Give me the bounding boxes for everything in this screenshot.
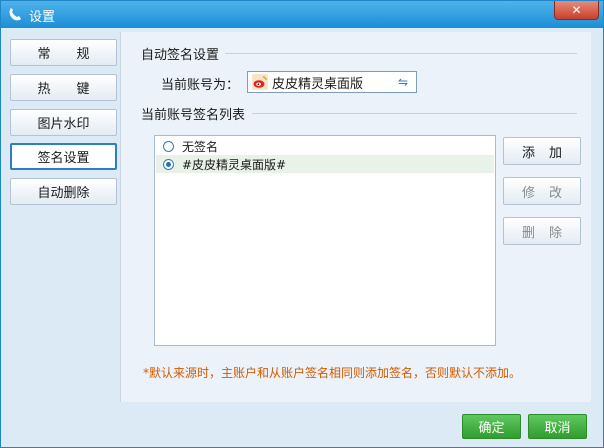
nav-item-label: 热 键: [37, 82, 90, 97]
weibo-icon: [252, 74, 268, 90]
cancel-button[interactable]: 取消: [528, 414, 587, 439]
delete-label: 删除: [521, 225, 576, 241]
list-item[interactable]: #皮皮精灵桌面版#: [156, 155, 494, 173]
ok-label: 确定: [478, 421, 505, 436]
signature-list[interactable]: 无签名 #皮皮精灵桌面版#: [154, 135, 496, 346]
nav-item-hotkeys[interactable]: 热 键: [10, 74, 117, 101]
list-item[interactable]: 无签名: [156, 137, 494, 155]
radio-button[interactable]: [163, 158, 174, 170]
list-item-label: #皮皮精灵桌面版#: [182, 157, 287, 172]
add-label: 添加: [521, 145, 576, 161]
account-select[interactable]: 皮皮精灵桌面版 ⇋: [247, 71, 417, 93]
close-button[interactable]: ✕: [554, 1, 599, 20]
group-divider: [252, 113, 577, 114]
signature-settings-panel: 自动签名设置 当前账号为： 皮皮精灵桌面版 ⇋ 当前账号签名列表 无签名 #皮皮…: [120, 32, 591, 402]
account-label: 当前账号为：: [161, 78, 240, 93]
nav-item-label: 自动删除: [37, 186, 90, 201]
nav-item-general[interactable]: 常 规: [10, 39, 117, 66]
group-divider: [225, 53, 577, 54]
delete-button[interactable]: 删除: [503, 217, 581, 245]
account-name: 皮皮精灵桌面版: [272, 76, 364, 92]
nav-item-label: 图片水印: [37, 117, 90, 132]
nav-item-watermark[interactable]: 图片水印: [10, 109, 117, 136]
nav-item-label: 签名设置: [37, 151, 90, 166]
ok-button[interactable]: 确定: [462, 414, 521, 439]
close-icon: ✕: [571, 3, 582, 17]
settings-window: 设置 ✕ 常 规 热 键 图片水印 签名设置 自动删除 自动签名设置 当前账号为…: [0, 0, 604, 448]
edit-label: 修改: [521, 185, 576, 201]
nav-item-signature[interactable]: 签名设置: [10, 143, 117, 170]
signature-note: *默认来源时，主账户和从账户签名相同则添加签名，否则默认不添加。: [143, 366, 522, 380]
cancel-label: 取消: [544, 421, 571, 436]
add-button[interactable]: 添加: [503, 137, 581, 165]
nav-item-label: 常 规: [37, 47, 90, 62]
edit-button[interactable]: 修改: [503, 177, 581, 205]
auto-sign-group-title: 自动签名设置: [141, 48, 220, 63]
swap-icon: ⇋: [397, 75, 409, 89]
radio-button[interactable]: [163, 140, 174, 152]
list-item-label: 无签名: [182, 139, 219, 154]
sign-list-group-title: 当前账号签名列表: [141, 108, 246, 123]
nav-item-auto-delete[interactable]: 自动删除: [10, 178, 117, 205]
phone-logo-icon: [9, 8, 21, 21]
window-title: 设置: [29, 10, 56, 25]
title-bar[interactable]: 设置 ✕: [1, 1, 603, 28]
